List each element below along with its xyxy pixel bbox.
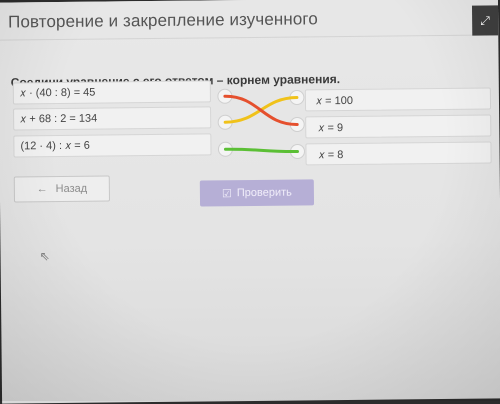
connection-lines (217, 88, 305, 159)
check-button[interactable]: ☑ Проверить (199, 179, 315, 207)
equation-item-3[interactable]: (12 · 4) : 𝑥 = 6 (13, 133, 212, 158)
expand-button[interactable]: ⤢ (471, 5, 499, 36)
answer-item-2[interactable]: 𝑥 = 9 (305, 114, 492, 139)
back-button[interactable]: ← Назад (13, 175, 111, 203)
checkbox-icon: ☑ (221, 187, 232, 200)
answer-item-3[interactable]: 𝑥 = 8 (305, 141, 492, 166)
check-button-label: Проверить (236, 186, 292, 200)
page-title: Повторение и закрепление изученного (8, 9, 318, 32)
equation-item-2[interactable]: 𝑥 + 68 : 2 = 134 (13, 106, 212, 131)
answer-item-1[interactable]: 𝑥 = 100 (304, 87, 492, 112)
answer-item-3-label: 𝑥 = 8 (318, 149, 344, 162)
arrow-left-icon: ← (36, 183, 48, 196)
mouse-cursor-icon: ⇖ (39, 249, 50, 264)
screen: Повторение и закрепление изученного ⤢ Со… (0, 0, 500, 404)
expand-icon: ⤢ (480, 12, 490, 28)
header-bar: Повторение и закрепление изученного ⤢ (0, 0, 499, 41)
back-button-label: Назад (55, 182, 88, 196)
answer-item-1-label: 𝑥 = 100 (315, 94, 354, 108)
equation-item-1[interactable]: 𝑥 · (40 : 8) = 45 (12, 80, 211, 105)
answer-item-2-label: 𝑥 = 9 (318, 122, 344, 135)
connection-line-green[interactable] (223, 147, 299, 154)
